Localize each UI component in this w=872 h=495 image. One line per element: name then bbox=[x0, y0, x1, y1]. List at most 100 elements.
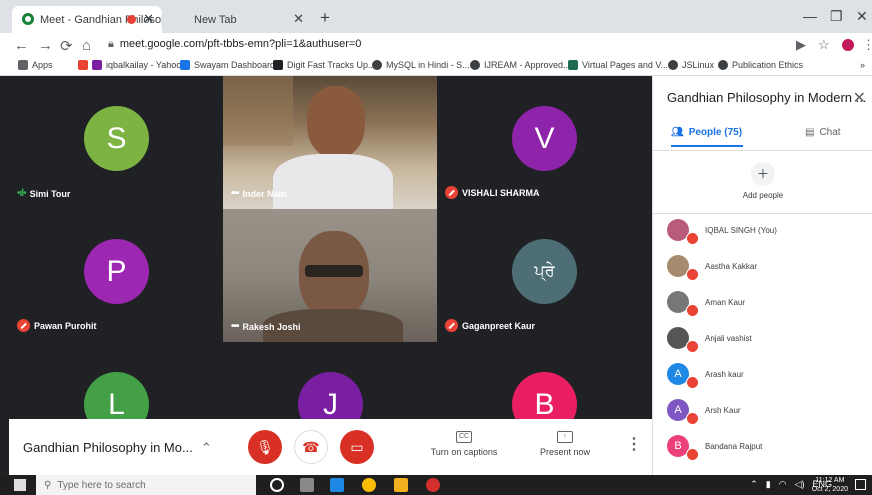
present-screen-icon: ↑ bbox=[557, 431, 573, 443]
youtube-icon bbox=[78, 60, 88, 70]
address-bar-row: ← → ⟳ ⌂ 🔒︎ meet.google.com/pft-tbbs-emn?p… bbox=[0, 33, 872, 58]
task-view-icon[interactable] bbox=[300, 478, 314, 492]
participant-tile[interactable]: J bbox=[223, 342, 437, 419]
windows-start-icon[interactable] bbox=[14, 479, 26, 491]
mic-muted-icon bbox=[686, 268, 699, 281]
captions-label: Turn on captions bbox=[430, 447, 498, 457]
file-explorer-icon[interactable] bbox=[394, 478, 408, 492]
participant-name: Gaganpreet Kaur bbox=[462, 320, 536, 331]
bookmark-digit[interactable]: Digit Fast Tracks Up... bbox=[273, 60, 376, 70]
divider bbox=[653, 150, 872, 151]
tab-chat[interactable]: ▤ Chat bbox=[805, 127, 841, 138]
back-icon[interactable]: ← bbox=[14, 37, 29, 54]
participant-avatar: B bbox=[512, 372, 577, 419]
participant-photo bbox=[667, 219, 699, 245]
participant-name: Inder Nain bbox=[242, 188, 287, 199]
reload-icon[interactable]: ⟳ bbox=[60, 37, 73, 55]
home-icon[interactable]: ⌂ bbox=[82, 37, 91, 54]
participant-name: VISHALI SHARMA bbox=[462, 187, 540, 198]
participant-tile[interactable]: P Pawan Purohit bbox=[9, 209, 223, 342]
participant-tile[interactable]: V VISHALI SHARMA bbox=[437, 76, 651, 209]
network-icon[interactable]: ◠ bbox=[779, 479, 787, 490]
bookmark-yahoo[interactable]: iqbalkailay - Yahoo... bbox=[78, 60, 189, 70]
bookmark-mysql[interactable]: MySQL in Hindi - S... bbox=[372, 60, 470, 70]
profile-avatar[interactable] bbox=[842, 39, 854, 51]
cortana-icon[interactable] bbox=[270, 478, 284, 492]
participant-avatar: ਪ੍ਰੇ bbox=[512, 239, 577, 304]
bookmark-virtual-pages[interactable]: Virtual Pages and V... bbox=[568, 60, 668, 70]
url-field[interactable]: 🔒︎ meet.google.com/pft-tbbs-emn?pli=1&aut… bbox=[108, 38, 361, 51]
participant-tile[interactable]: L bbox=[9, 342, 223, 419]
bookmarks-overflow-icon[interactable]: » bbox=[860, 60, 865, 70]
leave-call-button[interactable]: ☎︎ bbox=[294, 430, 328, 464]
menu-kebab-icon[interactable]: ⋮ bbox=[862, 37, 872, 53]
volume-icon[interactable]: ◁) bbox=[795, 479, 805, 490]
participant-list-item[interactable]: Aastha Kakkar bbox=[667, 249, 867, 283]
meeting-title: Gandhian Philosophy in Mo... bbox=[23, 440, 193, 455]
camera-icon[interactable]: ▶ bbox=[796, 37, 806, 53]
participant-avatar: A bbox=[667, 363, 699, 389]
tab-people-label: People (75) bbox=[688, 127, 743, 138]
bookmark-apps[interactable]: Apps bbox=[18, 60, 53, 70]
meeting-details-toggle[interactable]: Gandhian Philosophy in Mo... ⌃ bbox=[23, 440, 212, 456]
search-placeholder: Type here to search bbox=[57, 479, 146, 491]
tray-chevron-icon[interactable]: ⌃ bbox=[750, 479, 758, 490]
add-person-icon: ＋ bbox=[751, 162, 775, 186]
tab-meet[interactable]: Meet - Gandhian Philosophy ✕ bbox=[12, 6, 162, 33]
mic-toggle-button[interactable]: 🎙︎ bbox=[248, 430, 282, 464]
present-label: Present now bbox=[539, 447, 591, 457]
people-side-panel: Gandhian Philosophy in Modern ... ✕ 👥︎ Pe… bbox=[652, 76, 872, 475]
participant-tile-video[interactable]: ••• Rakesh Joshi bbox=[223, 209, 437, 342]
participant-list-item[interactable]: A Arash kaur bbox=[667, 357, 867, 391]
participant-list-item[interactable]: A Arsh Kaur bbox=[667, 393, 867, 427]
taskbar-clock[interactable]: 11:12 AM Oct 2, 2020 bbox=[812, 476, 848, 494]
participant-list-item[interactable]: Anjali vashist bbox=[667, 321, 867, 355]
participant-list-item[interactable]: IQBAL SINGH (You) bbox=[667, 213, 867, 247]
participant-name: Arsh Kaur bbox=[705, 405, 741, 415]
swayam-icon bbox=[180, 60, 190, 70]
people-icon: 👥︎ bbox=[671, 127, 684, 138]
new-tab-icon[interactable]: + bbox=[320, 8, 330, 28]
camera-toggle-button[interactable]: ▭ bbox=[340, 430, 374, 464]
captions-button[interactable]: CC Turn on captions bbox=[429, 431, 499, 457]
participant-list-item[interactable]: B Bandana Rajput bbox=[667, 429, 867, 463]
more-options-icon[interactable]: ⋮ bbox=[626, 434, 642, 454]
participant-tile-video[interactable]: ••• Inder Nain bbox=[223, 76, 437, 209]
tab-new[interactable]: New Tab ✕ bbox=[166, 6, 312, 33]
bookmark-publication-ethics[interactable]: Publication Ethics bbox=[718, 60, 803, 70]
participant-grid: S •ıl• Simi Tour ••• Inder Nain V VISHALI … bbox=[9, 76, 652, 419]
bookmark-ijream[interactable]: IJREAM - Approved... bbox=[470, 60, 571, 70]
edge-browser-icon[interactable] bbox=[330, 478, 344, 492]
notification-center-icon[interactable] bbox=[855, 479, 866, 490]
minimize-icon[interactable]: — bbox=[803, 8, 817, 24]
bookmark-jslinux[interactable]: JSLinux bbox=[668, 60, 714, 70]
present-now-button[interactable]: ↑ Present now bbox=[535, 431, 595, 457]
participant-avatar: P bbox=[84, 239, 149, 304]
taskbar-search[interactable]: ⚲ Type here to search bbox=[36, 475, 256, 495]
participant-photo bbox=[667, 327, 699, 353]
restore-icon[interactable]: ❐ bbox=[830, 8, 843, 25]
bookmark-star-icon[interactable]: ☆ bbox=[818, 37, 830, 53]
forward-icon[interactable]: → bbox=[38, 37, 53, 54]
participant-tile[interactable]: B bbox=[437, 342, 651, 419]
captions-icon: CC bbox=[456, 431, 472, 443]
mic-muted-icon bbox=[686, 448, 699, 461]
participant-list-item[interactable]: Aman Kaur bbox=[667, 285, 867, 319]
close-panel-icon[interactable]: ✕ bbox=[853, 88, 866, 108]
battery-icon[interactable]: ▮ bbox=[766, 479, 771, 490]
panel-title: Gandhian Philosophy in Modern ... bbox=[667, 90, 867, 105]
tab-people[interactable]: 👥︎ People (75) bbox=[671, 127, 744, 147]
chrome-icon[interactable] bbox=[362, 478, 376, 492]
window-close-icon[interactable]: ✕ bbox=[856, 8, 868, 25]
digit-icon bbox=[273, 60, 283, 70]
participant-name: Pawan Purohit bbox=[34, 320, 97, 331]
bookmark-swayam[interactable]: Swayam Dashboard bbox=[180, 60, 275, 70]
participant-tile[interactable]: S •ıl• Simi Tour bbox=[9, 76, 223, 209]
more-dots-icon: ••• bbox=[231, 188, 239, 199]
app-icon[interactable] bbox=[426, 478, 440, 492]
participant-avatar: V bbox=[512, 106, 577, 171]
close-tab-icon[interactable]: ✕ bbox=[143, 11, 154, 27]
add-people-button[interactable]: ＋ Add people bbox=[733, 162, 793, 200]
close-tab-icon[interactable]: ✕ bbox=[293, 11, 304, 27]
participant-tile[interactable]: ਪ੍ਰੇ Gaganpreet Kaur bbox=[437, 209, 651, 342]
